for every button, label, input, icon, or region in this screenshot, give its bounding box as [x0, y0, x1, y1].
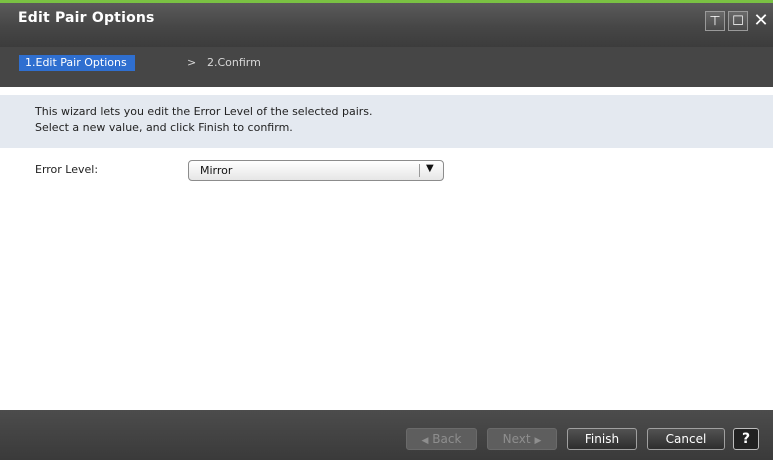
wizard-breadcrumb: 1.Edit Pair Options > 2.Confirm [0, 47, 773, 87]
window-controls: ⊤ ☐ ✕ [705, 11, 771, 31]
maximize-icon[interactable]: ☐ [728, 11, 748, 31]
chevron-down-icon: ▼ [426, 163, 434, 174]
dialog-title: Edit Pair Options [18, 10, 155, 26]
finish-button[interactable]: Finish [567, 428, 637, 450]
pin-icon[interactable]: ⊤ [705, 11, 725, 31]
step-edit-pair-options: 1.Edit Pair Options [19, 55, 135, 71]
breadcrumb-separator: > [187, 56, 197, 69]
info-panel: This wizard lets you edit the Error Leve… [0, 95, 773, 148]
select-divider [419, 164, 420, 177]
cancel-button[interactable]: Cancel [647, 428, 725, 450]
edit-pair-options-dialog: Edit Pair Options ⊤ ☐ ✕ 1.Edit Pair Opti… [0, 0, 773, 460]
form-area: Error Level: Mirror ▼ [0, 148, 773, 410]
next-label: Next [502, 432, 531, 446]
back-arrow-icon: ◀ [421, 436, 429, 446]
title-bar: Edit Pair Options ⊤ ☐ ✕ [0, 0, 773, 47]
back-button[interactable]: ◀ Back [406, 428, 477, 450]
info-text-line-2: Select a new value, and click Finish to … [35, 121, 293, 134]
error-level-label: Error Level: [35, 163, 99, 176]
info-text-line-1: This wizard lets you edit the Error Leve… [35, 105, 373, 118]
back-label: Back [432, 432, 462, 446]
close-icon[interactable]: ✕ [751, 11, 771, 31]
error-level-value: Mirror [200, 164, 233, 177]
next-arrow-icon: ▶ [534, 436, 542, 446]
help-button[interactable]: ? [733, 428, 759, 450]
error-level-select[interactable]: Mirror ▼ [188, 160, 444, 181]
button-bar: ◀ Back Next ▶ Finish Cancel ? [0, 410, 773, 460]
next-button[interactable]: Next ▶ [487, 428, 557, 450]
step-confirm: 2.Confirm [207, 56, 261, 69]
